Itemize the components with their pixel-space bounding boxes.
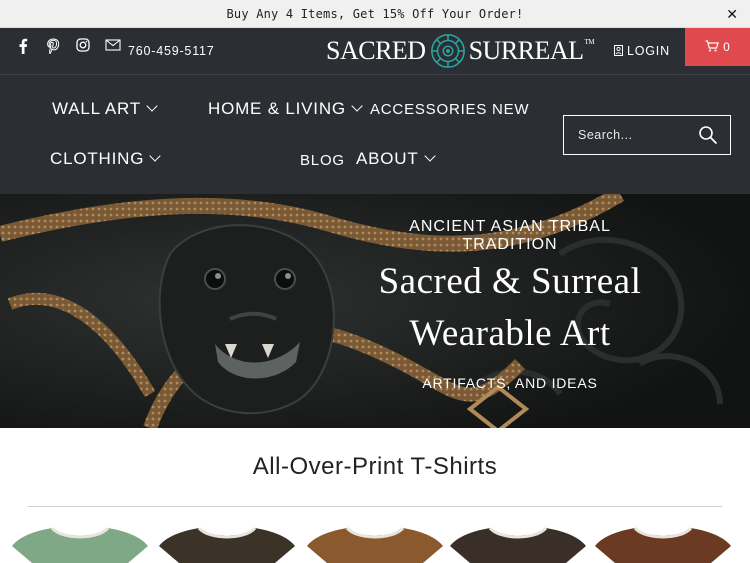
tshirt-image (595, 528, 731, 563)
nav-new[interactable]: NEW (492, 101, 529, 118)
product-card-1[interactable] (12, 526, 148, 563)
nav-home-living[interactable]: HOME & LIVING (208, 99, 363, 119)
social-links (14, 38, 122, 55)
site-logo[interactable]: SACRED SURREAL TM (326, 32, 595, 70)
login-label: LOGIN (627, 44, 670, 58)
top-bar: 760-459-5117 SACRED SURREAL TM LOGIN 0 (0, 28, 750, 74)
nav-wall-art[interactable]: WALL ART (52, 99, 158, 119)
hero-title-line1: Sacred & Surreal (378, 261, 642, 302)
nav-clothing[interactable]: CLOTHING (50, 149, 161, 169)
login-link[interactable]: LOGIN (614, 44, 670, 58)
facebook-icon[interactable] (14, 38, 32, 54)
nav-wall-art-label: WALL ART (52, 99, 141, 118)
email-icon[interactable] (104, 38, 122, 54)
tshirt-image (159, 528, 295, 563)
search-icon[interactable] (698, 125, 718, 145)
chevron-down-icon (351, 100, 363, 112)
nav-about[interactable]: ABOUT (356, 149, 436, 169)
chevron-down-icon (423, 150, 436, 162)
instagram-icon[interactable] (74, 38, 92, 54)
nav-blog[interactable]: BLOG (300, 152, 345, 169)
search-box (563, 115, 731, 155)
announcement-bar: Buy Any 4 Items, Get 15% Off Your Order!… (0, 0, 750, 28)
search-input[interactable] (564, 116, 694, 154)
section-divider (28, 506, 722, 507)
cart-button[interactable]: 0 (685, 28, 750, 66)
hero-subtitle: ARTIFACTS, AND IDEAS (422, 375, 598, 391)
mandala-logo-icon (430, 34, 465, 68)
product-card-5[interactable] (595, 526, 731, 563)
trademark-mark: TM (584, 38, 595, 46)
product-card-4[interactable] (450, 526, 586, 563)
product-thumbnails (12, 526, 731, 563)
nav-home-living-label: HOME & LIVING (208, 99, 346, 118)
announcement-text: Buy Any 4 Items, Get 15% Off Your Order! (226, 7, 524, 21)
user-icon (614, 45, 623, 56)
close-icon[interactable]: ✕ (726, 6, 738, 23)
nav-accessories[interactable]: ACCESSORIES (370, 101, 487, 118)
logo-text-right: SURREAL (468, 36, 584, 65)
pinterest-icon[interactable] (44, 38, 62, 55)
tshirt-image (307, 528, 443, 563)
nav-clothing-label: CLOTHING (50, 149, 145, 168)
cart-count: 0 (723, 40, 730, 54)
hero-banner[interactable]: ANCIENT ASIAN TRIBAL TRADITION Sacred & … (0, 194, 750, 428)
cart-icon (705, 40, 719, 52)
hero-title-line2: Wearable Art (409, 313, 611, 354)
logo-text-left: SACRED (326, 36, 426, 65)
tshirt-image (12, 528, 148, 563)
hero-kicker: ANCIENT ASIAN TRIBAL TRADITION (409, 218, 611, 253)
product-card-3[interactable] (307, 526, 443, 563)
phone-number[interactable]: 760-459-5117 (128, 44, 215, 58)
nav-about-label: ABOUT (356, 149, 419, 168)
product-card-2[interactable] (159, 526, 295, 563)
tshirt-image (450, 528, 586, 563)
section-title: All-Over-Print T-Shirts (252, 453, 498, 480)
chevron-down-icon (146, 100, 158, 112)
main-nav: WALL ART HOME & LIVING ACCESSORIES NEW C… (0, 74, 750, 194)
chevron-down-icon (149, 150, 161, 162)
product-grid (0, 526, 750, 563)
